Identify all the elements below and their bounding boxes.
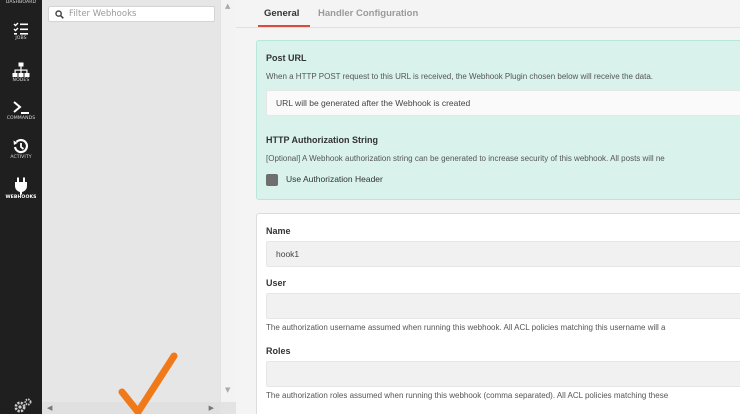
nav-label-commands: COMMANDS xyxy=(6,116,36,121)
vertical-scrollbar[interactable]: ▲ ▼ xyxy=(220,0,237,414)
scroll-down-icon[interactable]: ▼ xyxy=(225,386,230,394)
nav-label-nodes: NODES xyxy=(12,78,30,83)
nav-item-nodes[interactable]: NODES xyxy=(0,62,42,83)
filter-webhooks-input[interactable] xyxy=(69,8,209,20)
post-url-title: Post URL xyxy=(266,53,307,63)
nav-label-dashboard: DASHBOARD xyxy=(5,0,37,5)
nav-label-activity: ACTIVITY xyxy=(10,155,32,160)
webhook-form-card: Name hook1 User The authorization userna… xyxy=(256,213,740,414)
roles-help-text: The authorization roles assumed when run… xyxy=(266,391,669,400)
filter-box xyxy=(48,6,215,22)
post-url-card: Post URL When a HTTP POST request to thi… xyxy=(256,40,740,200)
name-label: Name xyxy=(266,226,291,236)
use-auth-header-checkbox[interactable] xyxy=(266,174,278,186)
name-input[interactable]: hook1 xyxy=(266,241,740,267)
user-help-text: The authorization username assumed when … xyxy=(266,323,666,332)
post-url-field: URL will be generated after the Webhook … xyxy=(266,90,740,116)
nav-item-commands[interactable]: COMMANDS xyxy=(0,100,42,121)
plug-icon xyxy=(15,177,27,195)
scrollbar-corner xyxy=(221,402,237,414)
checkmark-icon xyxy=(118,352,178,414)
tab-handler-configuration[interactable]: Handler Configuration xyxy=(318,8,418,19)
left-nav: DASHBOARD JOBS NODES COMMANDS ACTIVITY W… xyxy=(0,0,42,414)
gear-icon xyxy=(14,398,32,413)
post-url-description: When a HTTP POST request to this URL is … xyxy=(266,72,654,81)
history-icon xyxy=(13,139,29,154)
scroll-left-icon[interactable]: ◀ xyxy=(47,404,52,412)
terminal-icon xyxy=(13,101,29,114)
use-auth-header-label[interactable]: Use Authorization Header xyxy=(286,174,383,184)
scroll-up-icon[interactable]: ▲ xyxy=(225,2,230,10)
settings-button[interactable] xyxy=(13,398,33,414)
roles-input[interactable] xyxy=(266,361,740,387)
nodes-icon xyxy=(12,62,30,77)
user-label: User xyxy=(266,278,287,288)
scroll-right-icon[interactable]: ▶ xyxy=(209,404,214,412)
nav-item-activity[interactable]: ACTIVITY xyxy=(0,138,42,160)
active-tab-indicator xyxy=(258,25,310,27)
tab-bar: General Handler Configuration xyxy=(236,0,740,28)
tab-general[interactable]: General xyxy=(264,8,299,19)
main-content: General Handler Configuration Post URL W… xyxy=(236,0,740,414)
auth-title: HTTP Authorization String xyxy=(266,135,378,145)
nav-label-webhooks: WEBHOOKS xyxy=(5,195,37,200)
search-icon xyxy=(55,10,64,19)
nav-label-jobs: JOBS xyxy=(15,36,27,41)
nav-item-webhooks[interactable]: WEBHOOKS xyxy=(0,177,42,200)
nav-item-dashboard[interactable]: DASHBOARD xyxy=(0,0,42,5)
nav-item-jobs[interactable]: JOBS xyxy=(0,22,42,41)
checklist-icon xyxy=(13,22,28,35)
auth-description: [Optional] A Webhook authorization strin… xyxy=(266,154,665,163)
user-input[interactable] xyxy=(266,293,740,319)
roles-label: Roles xyxy=(266,346,291,356)
